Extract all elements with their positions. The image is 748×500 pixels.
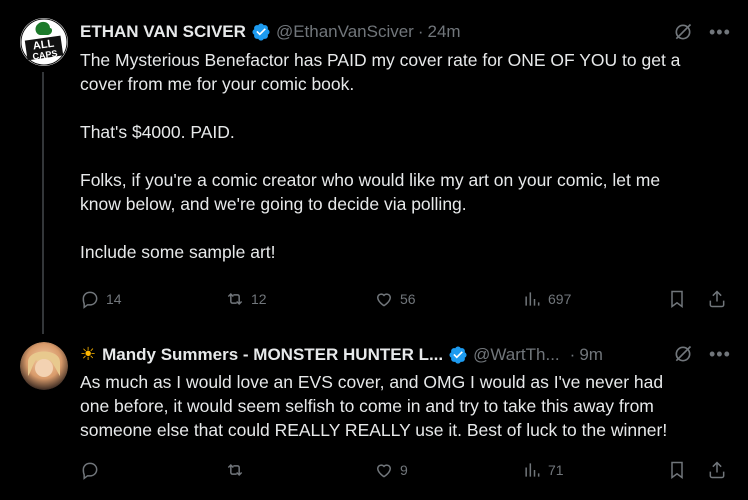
like-icon	[376, 464, 392, 478]
author-name[interactable]: Mandy Summers - MONSTER HUNTER L...	[102, 345, 443, 365]
timestamp[interactable]: 9m	[579, 345, 603, 365]
grok-icon[interactable]	[673, 22, 693, 42]
reply-button[interactable]	[80, 460, 106, 480]
more-icon[interactable]: •••	[709, 23, 731, 41]
repost-button[interactable]	[225, 460, 251, 480]
author-name[interactable]: ETHAN VAN SCIVER	[80, 22, 246, 42]
tweet-2[interactable]: ☀ Mandy Summers - MONSTER HUNTER L... @W…	[0, 330, 748, 500]
author-handle[interactable]: @WartTh...	[473, 345, 560, 365]
reply-icon	[82, 291, 98, 309]
verified-badge-icon	[252, 23, 270, 41]
grok-icon[interactable]	[673, 344, 693, 364]
tweet-text: As much as I would love an EVS cover, an…	[80, 372, 668, 440]
verified-badge-icon	[449, 345, 467, 364]
author-handle[interactable]: @EthanVanSciver	[276, 22, 414, 42]
timestamp[interactable]: 24m	[428, 22, 461, 42]
repost-icon	[227, 463, 243, 477]
views-button[interactable]: 71	[522, 460, 564, 480]
repost-icon	[227, 292, 243, 306]
views-count: 71	[548, 462, 564, 478]
like-icon	[376, 293, 392, 307]
reply-button[interactable]: 14	[80, 289, 122, 309]
tweet-1[interactable]: ALL CAPS ETHAN VAN SCIVER @EthanVanScive…	[0, 0, 748, 330]
bookmark-icon	[671, 461, 683, 479]
separator-dot: ·	[417, 22, 424, 41]
tweet-actions: 14 12 56 697	[80, 289, 730, 313]
views-button[interactable]: 697	[522, 289, 571, 309]
views-icon	[525, 463, 540, 477]
separator-dot: ·	[569, 344, 576, 364]
like-button[interactable]: 56	[374, 289, 416, 309]
tweet-text: The Mysterious Benefactor has PAID my co…	[80, 50, 681, 262]
tweet-actions: 9 71	[80, 460, 730, 484]
share-icon	[709, 461, 725, 479]
avatar[interactable]: ALL CAPS	[20, 18, 68, 66]
share-button[interactable]	[707, 460, 727, 480]
tweet-top-icons: •••	[673, 344, 731, 364]
tweet-top-icons: •••	[673, 22, 731, 42]
bookmark-icon	[671, 290, 683, 308]
tweet-header: ETHAN VAN SCIVER @EthanVanSciver · 24m	[80, 22, 461, 42]
views-count: 697	[548, 291, 572, 307]
tweet-header: ☀ Mandy Summers - MONSTER HUNTER L... @W…	[80, 344, 603, 365]
bookmark-button[interactable]	[667, 289, 687, 309]
reply-icon	[82, 462, 98, 480]
more-icon[interactable]: •••	[709, 345, 731, 363]
avatar[interactable]	[20, 342, 68, 390]
repost-count: 12	[251, 291, 267, 307]
like-count: 9	[400, 462, 408, 478]
like-button[interactable]: 9	[374, 460, 408, 480]
bookmark-button[interactable]	[667, 460, 687, 480]
share-button[interactable]	[707, 289, 727, 309]
like-count: 56	[400, 291, 416, 307]
views-icon	[525, 292, 540, 306]
share-icon	[709, 290, 725, 308]
reply-count: 14	[106, 291, 122, 307]
repost-button[interactable]: 12	[225, 289, 267, 309]
sun-emoji-icon: ☀	[80, 344, 97, 364]
